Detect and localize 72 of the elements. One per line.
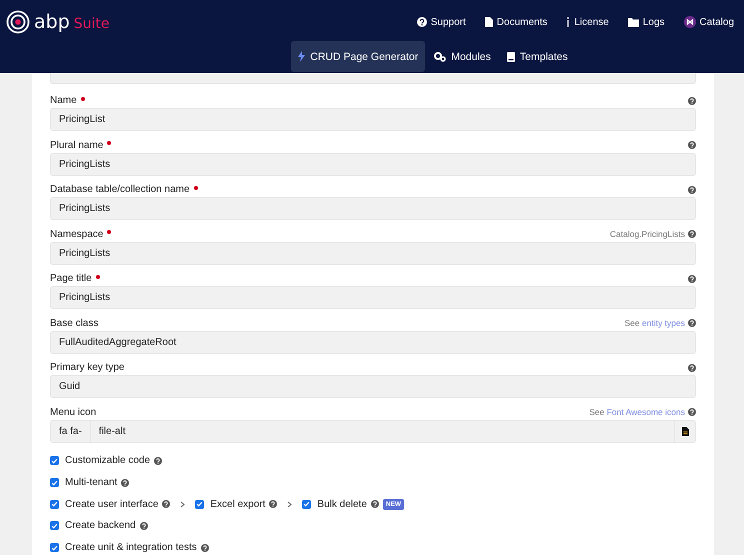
nav-link[interactable]: Support — [416, 16, 466, 28]
chevron-icon — [287, 500, 292, 508]
field-label: Menu icon — [50, 406, 96, 418]
field-hint: See Font Awesome icons — [589, 407, 685, 417]
help-icon — [200, 544, 209, 552]
nav-link[interactable]: Catalog — [684, 16, 734, 28]
help-icon — [269, 500, 278, 508]
text-input[interactable]: PricingLists — [50, 197, 696, 220]
field-hint: Catalog.PricingLists — [610, 229, 685, 239]
checkbox[interactable] — [50, 456, 59, 466]
help-icon — [121, 478, 130, 487]
nav-tab[interactable]: Modules — [427, 41, 498, 72]
help-icon — [140, 522, 148, 530]
nav-tab[interactable]: Templates — [500, 41, 575, 72]
checkbox-label[interactable]: Customizable code — [65, 455, 150, 466]
icon-preview-button[interactable] — [675, 420, 696, 442]
help-icon — [688, 274, 696, 282]
checkbox-label[interactable]: Create user interface — [65, 498, 158, 510]
help-icon — [688, 186, 696, 194]
file-icon — [682, 426, 688, 436]
text-input[interactable]: PricingLists — [50, 286, 696, 309]
help-icon — [688, 408, 696, 416]
help-icon — [688, 319, 696, 327]
field-label: Plural name — [50, 140, 104, 150]
field-hint: See entity types — [624, 318, 685, 328]
checkbox-label[interactable]: Create unit & integration tests — [65, 542, 197, 554]
catalog-icon — [684, 16, 696, 28]
checkbox-label[interactable]: Bulk delete — [317, 498, 367, 510]
text-input[interactable]: FullAuditedAggregateRoot — [50, 330, 696, 354]
checkbox[interactable] — [50, 500, 59, 509]
checkbox-label[interactable]: Create backend — [65, 520, 136, 532]
help-icon — [416, 17, 427, 27]
help-icon — [162, 500, 170, 508]
chevron-icon — [180, 500, 186, 508]
info-icon — [566, 17, 570, 27]
nav-link[interactable]: Logs — [628, 16, 665, 28]
nav-link[interactable]: Documents — [484, 16, 548, 28]
text-input[interactable]: Guid — [50, 375, 696, 398]
text-input[interactable]: PricingList — [50, 108, 696, 131]
help-icon — [688, 96, 696, 104]
checkbox[interactable] — [50, 478, 59, 488]
cogs-icon — [434, 52, 446, 62]
nav-tab[interactable]: CRUD Page Generator — [291, 41, 426, 72]
text-input[interactable]: PricingLists — [50, 152, 696, 176]
folder-icon — [628, 18, 639, 26]
field-label: Namespace — [50, 228, 104, 240]
nav-link[interactable]: License — [566, 16, 609, 28]
checkbox[interactable] — [50, 521, 59, 530]
bolt-icon — [298, 51, 306, 62]
brand-name: abp — [34, 11, 70, 33]
field-label: Primary key type — [50, 362, 124, 373]
checkbox[interactable] — [50, 543, 59, 552]
field-label: Name — [50, 95, 77, 106]
book-icon — [506, 52, 515, 62]
field-label: Database table/collection name — [50, 184, 190, 195]
logo-icon — [6, 10, 30, 34]
checkbox-label[interactable]: Excel export — [210, 498, 266, 510]
help-icon — [370, 500, 379, 508]
input-prefix: fa fa- — [50, 420, 91, 442]
help-icon — [688, 230, 696, 238]
text-input[interactable]: PricingLists — [50, 242, 696, 264]
field-label: Base class — [50, 318, 98, 328]
checkbox[interactable] — [195, 500, 204, 509]
document-icon — [484, 17, 493, 27]
product-name: Suite — [74, 16, 110, 32]
text-input[interactable]: file-alt — [90, 420, 675, 442]
help-icon — [688, 141, 696, 149]
checkbox-label[interactable]: Multi-tenant — [65, 477, 118, 488]
help-icon — [154, 456, 162, 465]
help-icon — [688, 364, 696, 372]
field-label: Page title — [50, 273, 92, 284]
checkbox[interactable] — [302, 500, 312, 509]
